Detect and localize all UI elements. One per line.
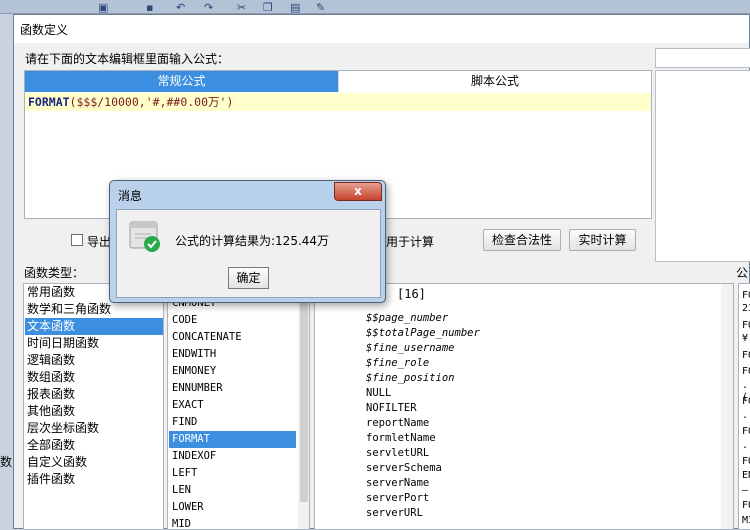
bg-undo-icon: ↶ <box>176 1 186 14</box>
bg-copy-icon: ❐ <box>263 1 273 14</box>
function-type-label: 函数类型： <box>24 266 85 280</box>
variable-item[interactable]: serverURL <box>366 506 423 521</box>
right-list-fragment: FO <box>742 500 750 511</box>
formula-function-name: FORMAT <box>28 95 70 109</box>
variable-item[interactable]: $$totalPage_number <box>366 326 480 341</box>
function-type-item[interactable]: 数学和三角函数 <box>25 301 163 318</box>
use-for-calc-label: 用于计算 <box>386 235 435 249</box>
function-type-item[interactable]: 其他函数 <box>25 403 163 420</box>
tab-script-formula[interactable]: 脚本公式 <box>338 71 651 92</box>
function-list-scrollbar[interactable] <box>298 284 309 529</box>
variable-group-count: [16] <box>397 287 426 301</box>
variable-item[interactable]: $fine_position <box>366 371 455 386</box>
description-pane <box>655 70 750 262</box>
message-dialog: 消息 x 公式的计算结果为:125.44万 确定 <box>109 180 386 303</box>
function-item[interactable]: LEFT <box>169 465 296 482</box>
function-type-item[interactable]: 插件函数 <box>25 471 163 488</box>
variable-tree[interactable]: ✱ 变量 [16] $$page_number $$totalPage_numb… <box>314 283 734 530</box>
check-validity-button[interactable]: 检查合法性 <box>483 229 561 251</box>
right-list-fragment: FO <box>742 456 750 467</box>
export-label: 导出 <box>87 235 112 249</box>
variable-item[interactable]: serverName <box>366 476 429 491</box>
function-item[interactable]: ENNUMBER <box>169 380 296 397</box>
function-item[interactable]: FIND <box>169 414 296 431</box>
background-toolbar: ▣ ▪ ↶ ↷ ✂ ❐ ▤ ✎ <box>0 0 750 14</box>
function-type-item[interactable]: 报表函数 <box>25 386 163 403</box>
background-clipped-text: 数 <box>0 455 13 469</box>
close-button[interactable]: x <box>334 182 382 201</box>
search-input[interactable] <box>655 48 750 68</box>
function-item[interactable]: LOWER <box>169 499 296 516</box>
bg-cut-icon: ✂ <box>237 1 247 14</box>
variable-item[interactable]: $fine_role <box>366 356 429 371</box>
variable-item[interactable]: serverPort <box>366 491 429 506</box>
right-list-fragment: — <box>742 485 749 496</box>
tab-normal-formula[interactable]: 常规公式 <box>25 71 338 92</box>
function-item[interactable]: EXACT <box>169 397 296 414</box>
variable-item[interactable]: NULL <box>366 386 391 401</box>
bg-redo-icon: ↷ <box>204 1 214 14</box>
right-list-fragment: ¥ <box>742 333 749 344</box>
formula-arguments: ($$$/10000,'#,##0.00万') <box>69 95 234 109</box>
function-item-selected[interactable]: FORMAT <box>169 431 296 448</box>
function-type-item[interactable]: 逻辑函数 <box>25 352 163 369</box>
variable-item[interactable]: $fine_username <box>366 341 455 356</box>
success-info-icon <box>129 221 160 252</box>
variable-tree-scrollbar[interactable] <box>721 284 733 529</box>
function-item[interactable]: MID <box>169 516 296 529</box>
export-checkbox[interactable] <box>71 234 83 246</box>
right-list-fragment: FO <box>742 426 750 437</box>
formula-text-input[interactable]: FORMAT($$$/10000,'#,##0.00万') <box>25 93 651 111</box>
right-list-fragment: FO <box>742 396 750 407</box>
dialog-title: 函数定义 <box>14 15 749 43</box>
variable-item[interactable]: NOFILTER <box>366 401 417 416</box>
variable-item[interactable]: reportName <box>366 416 429 431</box>
function-type-item[interactable]: 层次坐标函数 <box>25 420 163 437</box>
function-type-list[interactable]: 常用函数 数学和三角函数 文本函数 时间日期函数 逻辑函数 数组函数 报表函数 … <box>23 283 164 530</box>
function-type-item[interactable]: 数组函数 <box>25 369 163 386</box>
right-list-fragment: EN <box>742 470 750 481</box>
function-item[interactable]: ENMONEY <box>169 363 296 380</box>
message-text: 公式的计算结果为:125.44万 <box>175 234 330 248</box>
right-list-fragment: MI <box>742 515 750 526</box>
function-list[interactable]: CNMONEY CODE CONCATENATE ENDWITH ENMONEY… <box>167 283 310 530</box>
function-item[interactable]: LEN <box>169 482 296 499</box>
function-item[interactable]: CONCATENATE <box>169 329 296 346</box>
scroll-thumb[interactable] <box>300 287 308 502</box>
variable-item[interactable]: serverSchema <box>366 461 442 476</box>
realtime-calc-button[interactable]: 实时计算 <box>569 229 636 251</box>
message-title: 消息 <box>118 189 143 203</box>
variable-item[interactable]: servletURL <box>366 446 429 461</box>
function-item[interactable]: INDEXOF <box>169 448 296 465</box>
bg-format-brush-icon: ✎ <box>316 1 326 14</box>
right-list-fragment: 23 <box>742 303 750 314</box>
bg-paste-icon: ▤ <box>290 1 301 14</box>
right-list-fragment: . <box>742 440 749 451</box>
message-body: 公式的计算结果为:125.44万 确定 <box>116 209 381 298</box>
formula-prompt: 请在下面的文本编辑框里面输入公式： <box>25 52 230 66</box>
right-panel-label: 公 <box>736 266 749 280</box>
function-type-item-selected[interactable]: 文本函数 <box>25 318 163 335</box>
function-type-item[interactable]: 全部函数 <box>25 437 163 454</box>
right-list-fragment: FO <box>742 320 750 331</box>
bg-save-icon: ▪ <box>146 1 154 14</box>
ok-button[interactable]: 确定 <box>228 267 269 289</box>
right-formula-list[interactable]: FO 23 FO ¥ FO FO .( FO . FO . FO EN — FO… <box>738 283 750 530</box>
right-list-fragment: FO <box>742 366 750 377</box>
function-item[interactable]: CODE <box>169 312 296 329</box>
bg-report-icon: ▣ <box>98 1 109 14</box>
right-list-fragment: . <box>742 410 749 421</box>
function-type-item[interactable]: 自定义函数 <box>25 454 163 471</box>
function-type-item[interactable]: 时间日期函数 <box>25 335 163 352</box>
right-list-fragment: FO <box>742 350 750 361</box>
variable-item[interactable]: formletName <box>366 431 436 446</box>
right-list-fragment: FO <box>742 290 750 301</box>
variable-item[interactable]: $$page_number <box>366 311 448 326</box>
function-item[interactable]: ENDWITH <box>169 346 296 363</box>
